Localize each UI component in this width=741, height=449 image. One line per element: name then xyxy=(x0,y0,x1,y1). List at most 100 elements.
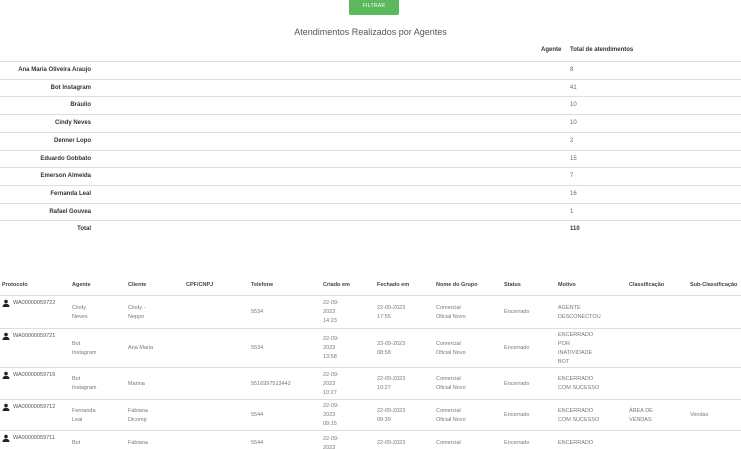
cell-classificacao: ÁREA DE VENDAS xyxy=(629,407,653,425)
cell-agente: Cindy Neves xyxy=(72,304,88,322)
cell-fechado: 22-09-2023 17:55 xyxy=(377,304,405,322)
protocol-number[interactable]: WA00000059716 xyxy=(13,371,55,380)
cell-subclassificacao-line: Vendas xyxy=(690,412,709,418)
summary-agent-name: Bráulio xyxy=(70,102,91,109)
summary-agent-name: Fernanda Leal xyxy=(50,190,91,197)
cell-status: Encerrado xyxy=(504,308,529,317)
cell-cliente-line: Fabiana xyxy=(128,407,148,414)
cell-grupo-line: Comercial xyxy=(436,304,461,311)
cell-agente-line: Neves xyxy=(72,313,88,320)
protocol-number[interactable]: WA00000059712 xyxy=(13,403,55,412)
cell-agente-line: Fernanda xyxy=(72,407,96,414)
cell-grupo-line: Comercial xyxy=(436,440,461,446)
cell-motivo: ENCERRADO COM SUCESSO xyxy=(558,407,599,425)
summary-agent-total: 15 xyxy=(570,155,577,162)
cell-motivo-line: BOT xyxy=(558,358,570,365)
cell-cliente: Fabiana xyxy=(128,439,148,448)
cell-cliente-line: Neppo xyxy=(128,313,145,320)
column-header-criado: Criado em xyxy=(323,282,350,288)
summary-agent-name: Rafael Gouvea xyxy=(49,208,91,215)
cell-grupo-line: Comercial xyxy=(436,376,461,382)
summary-agent-name: Emerson Almeida xyxy=(40,173,91,180)
cell-fechado: 23-09-2023 08:58 xyxy=(377,340,405,358)
cell-fechado: 22-09-2023 10:27 xyxy=(377,375,405,393)
protocol-cell[interactable]: WA00000059721 xyxy=(2,332,55,341)
cell-cliente: Marina xyxy=(128,380,145,389)
protocol-cell[interactable]: WA00000059712 xyxy=(2,403,55,412)
cell-status-line: Encerrado xyxy=(504,380,530,387)
cell-telefone: 5516997513442 xyxy=(251,380,291,389)
cell-motivo-line: INATIVIDADE xyxy=(558,349,593,356)
cell-cliente-line: Fabiana xyxy=(128,440,148,446)
cell-status: Encerrado xyxy=(504,411,529,420)
cell-telefone: 5544 xyxy=(251,439,263,448)
cell-grupo-line: Comercial xyxy=(436,407,461,414)
cell-cliente: Fabiana Dicomp xyxy=(128,407,148,425)
cell-criado: 22-09- 2023 10:27 xyxy=(323,371,339,398)
summary-row: Emerson Almeida 7 xyxy=(0,167,741,184)
cell-grupo-line: Oficial Novo xyxy=(436,416,466,423)
protocol-number[interactable]: WA00000059721 xyxy=(13,332,55,341)
summary-row: Eduardo Gobbato 15 xyxy=(0,149,741,167)
cell-criado: 22-09- 2023 09:15 xyxy=(323,402,339,429)
summary-agent-total: 8 xyxy=(570,67,574,73)
cell-agente-line: Bot xyxy=(72,340,81,347)
cell-telefone-line: 5534 xyxy=(251,309,264,315)
column-header-status: Status xyxy=(504,282,521,288)
cell-fechado-line: 17:55 xyxy=(377,313,391,320)
cell-telefone: 5534 xyxy=(251,344,263,353)
cell-status-line: Encerrado xyxy=(504,345,530,351)
cell-grupo-line: Oficial Novo xyxy=(436,313,466,320)
table-row: WA00000059711 Bot Fabiana 5544 22-09- 2023 22-… xyxy=(0,430,741,449)
protocol-cell[interactable]: WA00000059716 xyxy=(2,371,55,380)
summary-row: Denner Lopo 2 xyxy=(0,131,741,149)
cell-agente-line: Cindy xyxy=(72,304,87,311)
cell-status-line: Encerrado xyxy=(504,440,530,446)
cell-classificacao-line: VENDAS xyxy=(629,416,652,423)
column-header-classificacao: Classificação xyxy=(629,282,665,288)
cell-criado-line: 22-09- xyxy=(323,371,339,378)
cell-motivo-line: ENCERRADO xyxy=(558,331,594,338)
cell-criado-line: 13:58 xyxy=(323,354,337,360)
summary-agent-total: 16 xyxy=(570,190,577,197)
cell-status-line: Encerrado xyxy=(504,412,530,418)
cell-status: Encerrado xyxy=(504,439,529,448)
cell-motivo-line: ENCERRADO xyxy=(558,440,594,446)
column-header-cliente: Cliente xyxy=(128,282,147,288)
cell-fechado-line: 09:39 xyxy=(377,416,391,423)
cell-agente-line: Instagram xyxy=(72,385,97,391)
cell-grupo: Comercial Oficial Novo xyxy=(436,304,466,322)
filter-button[interactable]: FILTRAR xyxy=(349,0,399,15)
protocol-cell[interactable]: WA00000059711 xyxy=(2,434,55,443)
summary-agent-total: 10 xyxy=(570,102,577,109)
cell-criado: 22-09- 2023 xyxy=(323,435,339,449)
cell-motivo-line: AGENTE xyxy=(558,304,581,311)
table-row: WA00000059716 Bot Instagram Marina 551699751… xyxy=(0,367,741,399)
cell-agente: Bot xyxy=(72,439,80,448)
cell-fechado-line: 08:58 xyxy=(377,349,391,356)
column-header-fechado: Fechado em xyxy=(377,282,410,288)
cell-criado-line: 2023 xyxy=(323,380,336,387)
cell-cliente-line: Cindy - xyxy=(128,304,146,311)
cell-telefone: 5544 xyxy=(251,411,263,420)
cell-grupo: Comercial Oficial Novo xyxy=(436,407,466,425)
summary-agent-name: Bot Instagram xyxy=(50,84,91,91)
user-icon xyxy=(2,299,10,307)
column-header-cpf: CPF/CNPJ xyxy=(186,282,214,288)
summary-agent-name: Denner Lopo xyxy=(54,137,91,144)
protocol-number[interactable]: WA00000059711 xyxy=(13,434,55,443)
cell-motivo: ENCERRADO POR INATIVIDADE BOT xyxy=(558,331,593,367)
summary-total-value: 110 xyxy=(570,226,580,233)
table-row: WA00000059712 Fernanda Leal Fabiana Dicomp 55… xyxy=(0,399,741,430)
cell-agente-line: Leal xyxy=(72,416,83,423)
cell-criado-line: 2023 xyxy=(323,309,336,315)
summary-total-label: Total xyxy=(77,226,91,233)
cell-criado: 22-09- 2023 13:58 xyxy=(323,335,339,362)
summary-agent-total: 10 xyxy=(570,120,577,127)
cell-criado-line: 2023 xyxy=(323,345,336,351)
protocol-cell[interactable]: WA00000059722 xyxy=(2,299,55,308)
protocol-number[interactable]: WA00000059722 xyxy=(13,299,55,308)
cell-fechado-line: 10:27 xyxy=(377,385,391,391)
cell-classificacao-line: ÁREA DE xyxy=(629,407,653,414)
table-row: WA00000059721 Bot Instagram Ana Maria 5534 22… xyxy=(0,328,741,367)
